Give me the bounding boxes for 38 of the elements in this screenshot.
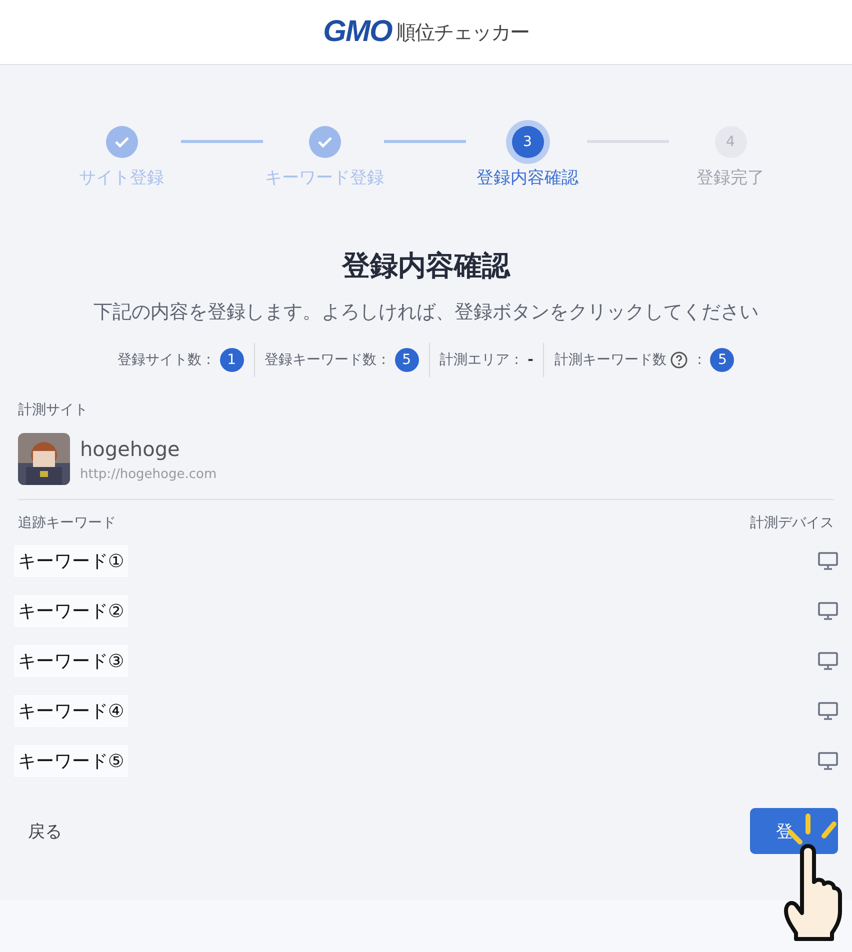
help-icon[interactable]: [670, 351, 688, 369]
stat-label: 登録キーワード数：: [264, 351, 391, 369]
keyword: キーワード③: [14, 645, 128, 677]
description: 下記の内容を登録します。よろしければ、登録ボタンをクリックしてください: [92, 300, 760, 325]
count-badge: 5: [394, 348, 419, 372]
keyword: キーワード②: [14, 595, 128, 627]
colon: ：: [692, 351, 706, 369]
stat-label: 計測キーワード数: [554, 351, 666, 369]
page-title: 登録内容確認: [340, 248, 512, 284]
monitor-icon: [818, 652, 838, 670]
count-badge: 1: [220, 348, 244, 372]
stat-label: 計測エリア：: [440, 351, 524, 369]
keyword: キーワード①: [14, 545, 128, 577]
monitor-icon: [818, 752, 838, 770]
step-indicator: 4: [714, 126, 746, 158]
keyword: キーワード⑤: [14, 745, 128, 777]
stat-label: 登録サイト数：: [118, 351, 216, 369]
check-icon: [114, 136, 130, 148]
logo-mark: GMO: [323, 15, 392, 49]
site-url: http://hogehoge.com: [80, 466, 217, 482]
check-icon: [316, 136, 332, 148]
back-link[interactable]: 戻る: [28, 820, 62, 842]
step-indicator: 3: [512, 126, 544, 158]
stat-value: -: [528, 352, 534, 368]
section-heading: 計測サイト: [18, 401, 89, 419]
monitor-icon: [818, 702, 838, 720]
site-name: hogehoge: [80, 436, 181, 460]
column-header: 計測デバイス: [750, 514, 834, 532]
column-header: 追跡キーワード: [18, 514, 116, 532]
keyword: キーワード④: [14, 695, 128, 727]
monitor-icon: [818, 602, 838, 620]
step-label: 登録内容確認: [476, 167, 578, 189]
count-badge: 5: [710, 348, 734, 372]
step-label: サイト登録: [79, 167, 164, 189]
logo-text: 順位チェッカー: [396, 18, 529, 46]
monitor-icon: [818, 552, 838, 570]
step-label: 登録完了: [696, 167, 764, 189]
step-label: キーワード登録: [265, 167, 384, 189]
